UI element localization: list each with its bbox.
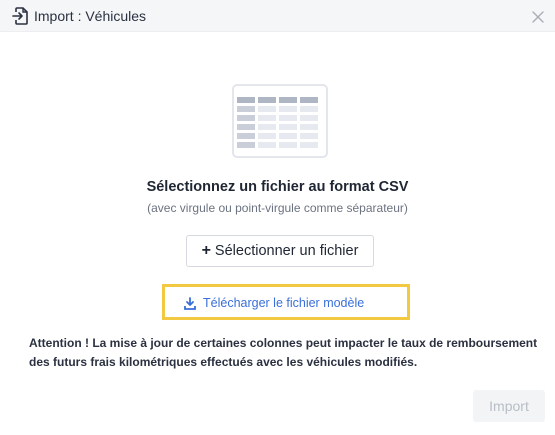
select-file-label: Sélectionner un fichier	[214, 243, 359, 259]
download-template-link[interactable]: Télécharger le fichier modèle	[184, 295, 364, 311]
upload-subtitle: (avec virgule ou point-virgule comme sép…	[147, 201, 408, 215]
dialog-title: Import : Véhicules	[34, 8, 147, 24]
warning-text: Attention ! La mise à jour de certaines …	[29, 336, 538, 369]
import-button[interactable]: Import	[473, 390, 545, 422]
dialog-header: Import : Véhicules	[0, 0, 555, 32]
download-template-label: Télécharger le fichier modèle	[203, 296, 365, 310]
file-import-icon	[12, 7, 28, 25]
plus-icon: +	[201, 242, 211, 259]
table-grid-icon	[237, 97, 318, 148]
close-icon[interactable]	[529, 8, 547, 26]
select-file-button[interactable]: + Sélectionner un fichier	[186, 235, 374, 267]
upload-title: Sélectionnez un fichier au format CSV	[146, 179, 409, 195]
download-icon	[184, 296, 196, 310]
csv-table-illustration	[232, 84, 328, 158]
